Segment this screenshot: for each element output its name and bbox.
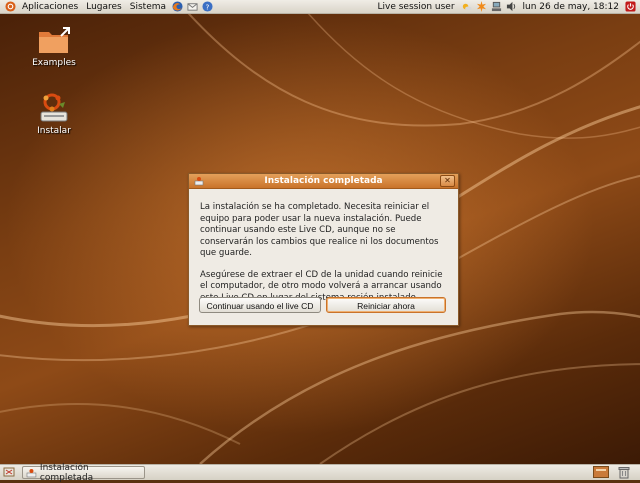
menu-lugares[interactable]: Lugares xyxy=(82,0,126,14)
taskbar-item-install-complete[interactable]: Instalación completada xyxy=(22,463,145,483)
close-button[interactable]: ✕ xyxy=(440,175,455,187)
firefox-icon[interactable] xyxy=(172,1,183,12)
installer-task-icon xyxy=(26,468,37,477)
svg-text:?: ? xyxy=(206,2,210,11)
desktop-icon-examples[interactable]: Examples xyxy=(26,26,82,68)
install-complete-dialog: Instalación completada ✕ La instalación … xyxy=(188,173,459,326)
main-menu: Aplicaciones Lugares Sistema ? xyxy=(0,0,218,14)
top-panel: Aplicaciones Lugares Sistema ? Live sess… xyxy=(0,0,640,14)
desktop-icon-label: Instalar xyxy=(37,126,71,136)
installer-icon xyxy=(40,93,68,122)
dialog-message-restart: La instalación se ha completado. Necesit… xyxy=(200,202,439,258)
dialog-titlebar[interactable]: Instalación completada ✕ xyxy=(189,174,458,189)
clock[interactable]: lun 26 de may, 18:12 xyxy=(519,0,623,14)
volume-icon[interactable] xyxy=(506,1,517,12)
network-icon[interactable] xyxy=(491,1,502,12)
help-icon[interactable]: ? xyxy=(202,1,213,12)
mail-icon[interactable] xyxy=(187,1,198,12)
session-user[interactable]: Live session user xyxy=(373,0,458,14)
workspace-switcher-icon[interactable] xyxy=(593,466,609,478)
desktop-icon-label: Examples xyxy=(32,58,76,68)
bottom-panel: Instalación completada xyxy=(0,463,640,483)
weather-icon[interactable] xyxy=(461,1,472,12)
dialog-body: La instalación se ha completado. Necesit… xyxy=(189,189,458,304)
dialog-title: Instalación completada xyxy=(264,176,383,186)
menu-aplicaciones[interactable]: Aplicaciones xyxy=(18,0,82,14)
trash-icon[interactable] xyxy=(618,466,630,479)
show-desktop-icon[interactable] xyxy=(3,466,15,478)
desktop-icon-instalar[interactable]: Instalar xyxy=(26,92,82,136)
power-icon[interactable] xyxy=(625,1,636,12)
system-tray: Live session user lun 26 de may, 18:12 xyxy=(373,0,640,14)
continue-live-cd-button[interactable]: Continuar usando el live CD xyxy=(199,297,321,313)
restart-now-button[interactable]: Reiniciar ahora xyxy=(326,297,446,313)
dialog-buttons: Continuar usando el live CD Reiniciar ah… xyxy=(199,297,446,313)
update-notifier-icon[interactable] xyxy=(476,1,487,12)
menu-sistema[interactable]: Sistema xyxy=(126,0,170,14)
close-icon: ✕ xyxy=(444,176,451,185)
ubuntu-logo-icon xyxy=(5,1,16,12)
folder-icon xyxy=(39,27,70,53)
